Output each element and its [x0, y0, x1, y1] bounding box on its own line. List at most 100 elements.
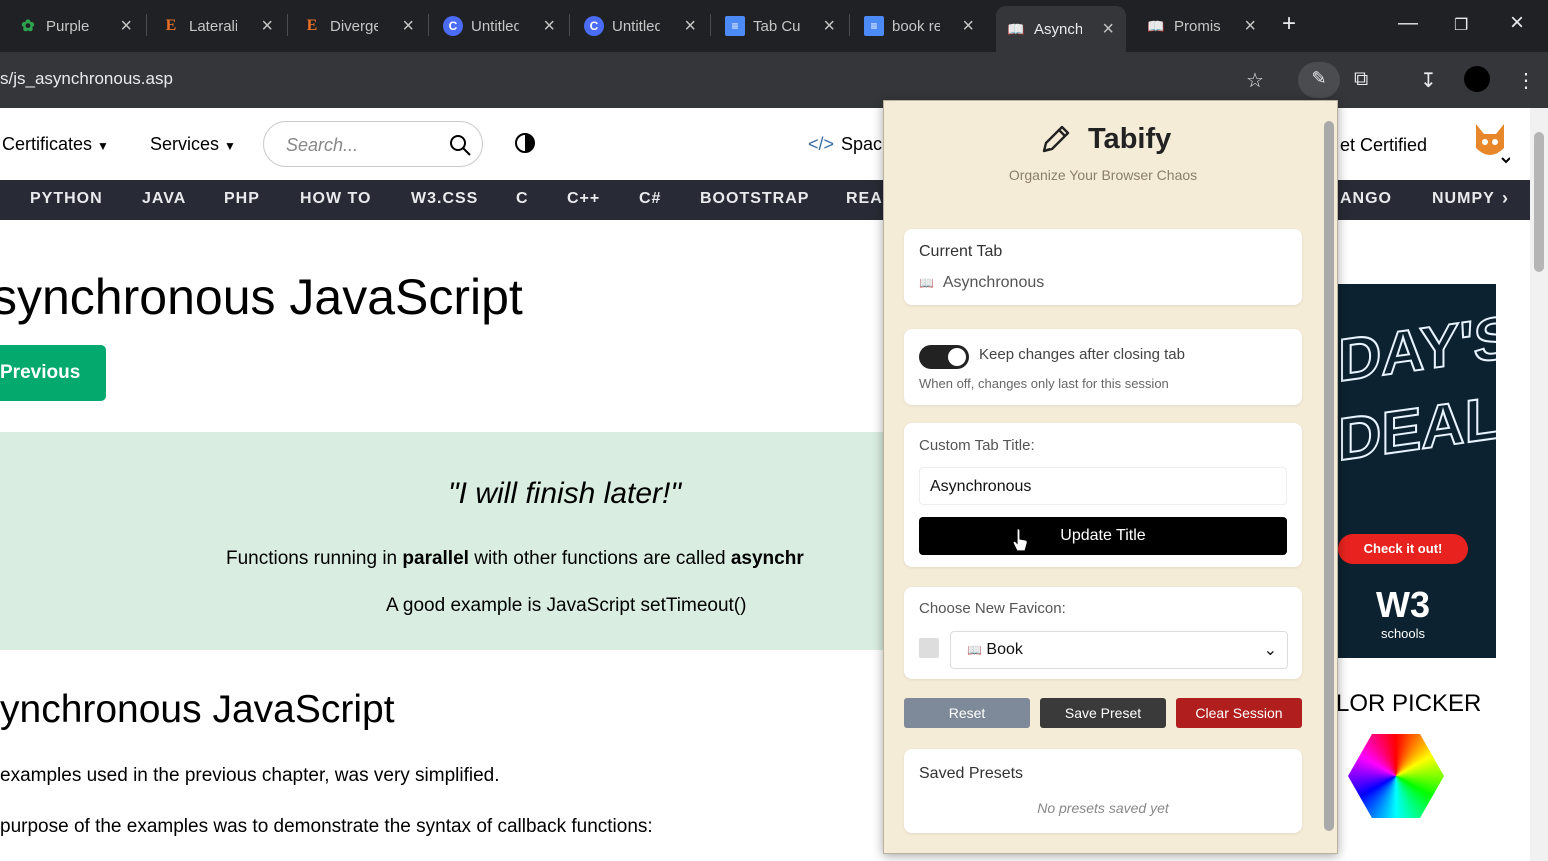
- chevron-down-icon: ⌄: [1263, 642, 1277, 659]
- check-it-out-button[interactable]: Check it out!: [1338, 534, 1468, 564]
- update-title-button[interactable]: Update Title: [919, 517, 1287, 555]
- mouse-cursor-icon: [1012, 528, 1028, 552]
- tab-separator: [428, 14, 429, 36]
- menu-item[interactable]: C: [516, 190, 529, 208]
- menu-item[interactable]: BOOTSTRAP: [700, 190, 809, 208]
- favicon-card: Choose New Favicon: 📖 Book ⌄: [904, 587, 1302, 679]
- close-tab-icon[interactable]: ×: [684, 16, 696, 36]
- leaf-icon: ✿: [21, 18, 35, 35]
- bookmark-star-icon[interactable]: ☆: [1246, 68, 1264, 93]
- custom-title-label: Custom Tab Title:: [919, 437, 1035, 454]
- menu-item[interactable]: ANGO: [1340, 190, 1392, 208]
- tab-separator: [287, 14, 288, 36]
- current-tab-label: Current Tab: [919, 243, 1003, 260]
- page-title: synchronous JavaScript: [0, 269, 523, 325]
- reset-button[interactable]: Reset: [904, 698, 1030, 728]
- menu-item[interactable]: PYTHON: [30, 190, 103, 208]
- nav-spaces[interactable]: Spac: [841, 134, 882, 155]
- keep-changes-label: Keep changes after closing tab: [979, 346, 1185, 363]
- saved-presets-card: Saved Presets No presets saved yet: [904, 749, 1302, 833]
- browser-tab[interactable]: ✿ Purple ×: [18, 8, 132, 44]
- scrollbar-thumb[interactable]: [1324, 121, 1334, 831]
- restore-icon[interactable]: ❐: [1454, 15, 1468, 35]
- caret-down-icon: ▼: [224, 139, 236, 153]
- close-tab-icon[interactable]: ×: [1102, 19, 1114, 39]
- tab-separator: [849, 14, 850, 36]
- download-icon[interactable]: ↧: [1420, 68, 1437, 93]
- chevron-right-icon[interactable]: ›: [1502, 188, 1509, 209]
- tab-separator: [569, 14, 570, 36]
- extensions-puzzle-icon[interactable]: ⧉: [1354, 68, 1368, 91]
- color-picker-heading: LOR PICKER: [1336, 690, 1482, 717]
- previous-button[interactable]: Previous: [0, 345, 106, 401]
- popup-title: Tabify: [1088, 123, 1172, 155]
- no-presets-text: No presets saved yet: [1037, 800, 1169, 816]
- nav-certificates[interactable]: Certificates ▼: [2, 134, 109, 155]
- search-icon[interactable]: [448, 133, 472, 157]
- docs-icon: ≡: [725, 16, 745, 36]
- quote-text: "I will finish later!": [448, 477, 682, 510]
- save-preset-button[interactable]: Save Preset: [1040, 698, 1166, 728]
- ad-banner[interactable]: DAY'S DEAL Check it out! W3 schools: [1338, 284, 1496, 658]
- browser-tab[interactable]: C Untitled ×: [443, 8, 555, 44]
- browser-tab[interactable]: ≡Tab Cus×: [725, 8, 835, 44]
- custom-title-input[interactable]: Asynchronous: [919, 467, 1287, 505]
- toggle-knob: [948, 348, 966, 366]
- keep-changes-hint: When off, changes only last for this ses…: [919, 376, 1169, 391]
- close-tab-icon[interactable]: ×: [1244, 16, 1256, 36]
- user-avatar-icon[interactable]: [1470, 118, 1510, 166]
- menu-item[interactable]: C++: [567, 190, 600, 208]
- more-menu-icon[interactable]: ⋮: [1516, 68, 1536, 93]
- w3schools-logo: W3 schools: [1376, 584, 1430, 641]
- close-tab-icon[interactable]: ×: [261, 16, 273, 36]
- profile-avatar-icon[interactable]: [1464, 66, 1490, 92]
- menu-item[interactable]: REA: [846, 190, 883, 208]
- keep-changes-toggle[interactable]: [919, 345, 969, 369]
- color-wheel-icon[interactable]: [1348, 734, 1444, 818]
- popup-subtitle: Organize Your Browser Chaos: [1008, 167, 1198, 183]
- book-icon: 📖: [1147, 17, 1165, 34]
- minimize-icon[interactable]: —: [1398, 12, 1418, 35]
- menu-item[interactable]: PHP: [224, 190, 260, 208]
- scrollbar-thumb[interactable]: [1534, 132, 1544, 272]
- menu-item[interactable]: NUMPY: [1432, 190, 1495, 208]
- close-tab-icon[interactable]: ×: [543, 16, 555, 36]
- close-tab-icon[interactable]: ×: [962, 16, 974, 36]
- tab-separator: [146, 14, 147, 36]
- section-heading: ynchronous JavaScript: [0, 688, 395, 731]
- e-favicon-icon: E: [165, 17, 177, 34]
- close-tab-icon[interactable]: ×: [823, 16, 835, 36]
- body-paragraph: examples used in the previous chapter, w…: [0, 765, 500, 786]
- menu-item[interactable]: HOW TO: [300, 190, 371, 208]
- clear-session-button[interactable]: Clear Session: [1176, 698, 1302, 728]
- nav-get-certified[interactable]: et Certified: [1340, 135, 1427, 156]
- nav-services[interactable]: Services ▼: [150, 134, 236, 155]
- code-icon: </>: [808, 134, 835, 154]
- tabify-extension-icon[interactable]: ✎: [1298, 62, 1340, 98]
- browser-tab[interactable]: 📖 Promis ×: [1146, 8, 1256, 44]
- search-input[interactable]: Search...: [263, 121, 483, 167]
- current-tab-value: 📖 Asynchronous: [919, 274, 1045, 291]
- theme-toggle-icon[interactable]: [514, 132, 536, 154]
- browser-tab[interactable]: E Diverge ×: [302, 8, 414, 44]
- browser-tab[interactable]: E Laterali ×: [161, 8, 273, 44]
- address-bar[interactable]: s/js_asynchronous.asp: [0, 69, 173, 89]
- menu-item[interactable]: W3.CSS: [411, 190, 478, 208]
- browser-tab[interactable]: ≡ book re ×: [864, 8, 974, 44]
- popup-scrollbar[interactable]: [1321, 101, 1337, 853]
- close-tab-icon[interactable]: ×: [120, 16, 132, 36]
- tabify-popup: Tabify Organize Your Browser Chaos Curre…: [883, 100, 1338, 854]
- browser-tab[interactable]: C Untitled ×: [584, 8, 696, 44]
- new-tab-plus-icon[interactable]: +: [1282, 10, 1296, 38]
- close-tab-icon[interactable]: ×: [402, 16, 414, 36]
- close-window-icon[interactable]: ×: [1510, 9, 1524, 37]
- menu-item[interactable]: C#: [639, 190, 661, 208]
- docs-icon: ≡: [864, 16, 884, 36]
- favicon-preview-swatch: [919, 638, 939, 658]
- tab-separator: [710, 14, 711, 36]
- page-scrollbar[interactable]: [1530, 108, 1548, 861]
- browser-tab-active[interactable]: 📖 Asynch ×: [996, 6, 1126, 52]
- menu-item[interactable]: JAVA: [142, 190, 186, 208]
- browser-tab-strip: ✿ Purple × E Laterali × E Diverge × C Untitled ×…: [0, 0, 1548, 52]
- favicon-select[interactable]: 📖 Book ⌄: [950, 631, 1288, 669]
